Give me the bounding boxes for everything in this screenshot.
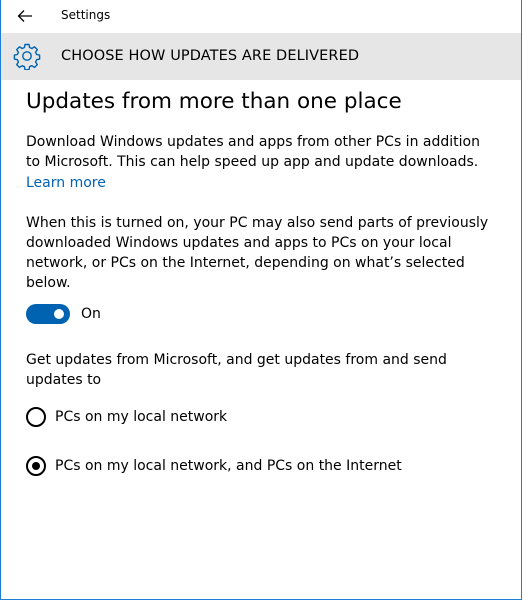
radio-label: PCs on my local network	[55, 409, 228, 425]
toggle-state-label: On	[81, 306, 101, 322]
radio-button-selected[interactable]	[26, 456, 46, 476]
toggle-description-text: When this is turned on, your PC may also…	[26, 215, 489, 291]
delivery-optimization-toggle[interactable]	[26, 304, 70, 324]
back-arrow-icon	[17, 10, 32, 22]
back-button[interactable]	[10, 4, 40, 28]
page-header: CHOOSE HOW UPDATES ARE DELIVERED	[1, 33, 521, 80]
radio-local-network[interactable]: PCs on my local network	[26, 407, 227, 427]
radio-selected-dot	[32, 462, 40, 470]
description-text: Download Windows updates and apps from o…	[26, 134, 480, 170]
gear-icon	[13, 43, 41, 70]
settings-window: Settings CHOOSE HOW UPDATES ARE DELIVERE…	[0, 0, 522, 600]
learn-more-link[interactable]: Learn more	[26, 173, 106, 193]
toggle-knob	[54, 309, 64, 319]
delivery-toggle-row: On	[26, 303, 101, 325]
header-title: CHOOSE HOW UPDATES ARE DELIVERED	[61, 48, 360, 64]
radio-local-and-internet[interactable]: PCs on my local network, and PCs on the …	[26, 456, 402, 476]
radio-label: PCs on my local network, and PCs on the …	[55, 458, 402, 474]
title-bar: Settings	[1, 0, 521, 33]
app-title: Settings	[61, 8, 111, 22]
radio-button-unselected[interactable]	[26, 407, 46, 427]
options-description-text: Get updates from Microsoft, and get upda…	[26, 352, 447, 388]
page-title: Updates from more than one place	[26, 89, 402, 114]
